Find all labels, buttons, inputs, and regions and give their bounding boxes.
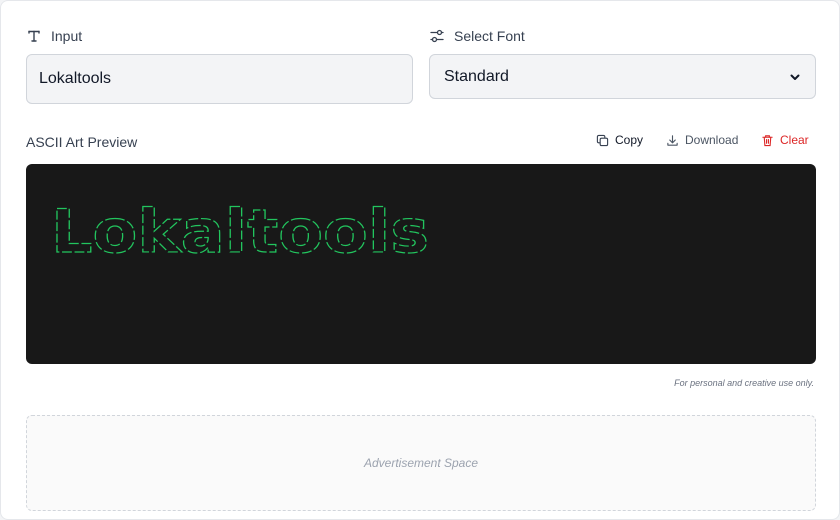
- input-label: Input: [26, 28, 82, 44]
- trash-icon: [762, 134, 773, 146]
- clear-button[interactable]: Clear: [761, 133, 809, 147]
- ascii-preview: Lokaltools: [26, 164, 816, 364]
- download-button[interactable]: Download: [666, 133, 738, 147]
- copy-button[interactable]: Copy: [596, 133, 643, 147]
- advertisement-label: Advertisement Space: [363, 456, 479, 470]
- font-label: Select Font: [429, 28, 525, 44]
- sliders-icon: [430, 29, 444, 43]
- text-icon: [28, 30, 40, 42]
- copy-label: Copy: [615, 133, 644, 147]
- chevron-down-icon: [790, 74, 800, 80]
- font-select[interactable]: Standard: [429, 54, 816, 99]
- copy-icon: [596, 134, 609, 146]
- font-label-text: Select Font: [454, 28, 525, 44]
- input-label-text: Input: [51, 28, 83, 44]
- preview-title: ASCII Art Preview: [26, 134, 138, 150]
- download-label: Download: [685, 133, 739, 147]
- clear-label: Clear: [780, 133, 809, 147]
- text-input[interactable]: [26, 54, 413, 104]
- font-select-value: Standard: [444, 67, 509, 85]
- usage-disclaimer: For personal and creative use only.: [674, 378, 814, 388]
- ascii-art-glyphs: Lokaltools: [51, 197, 429, 267]
- advertisement-space: Advertisement Space: [26, 415, 816, 511]
- download-icon: [667, 134, 678, 146]
- ascii-generator-card: Input Select Font Standard ASCII Art Pre…: [0, 0, 840, 520]
- ascii-art-text: Lokaltools: [50, 196, 429, 267]
